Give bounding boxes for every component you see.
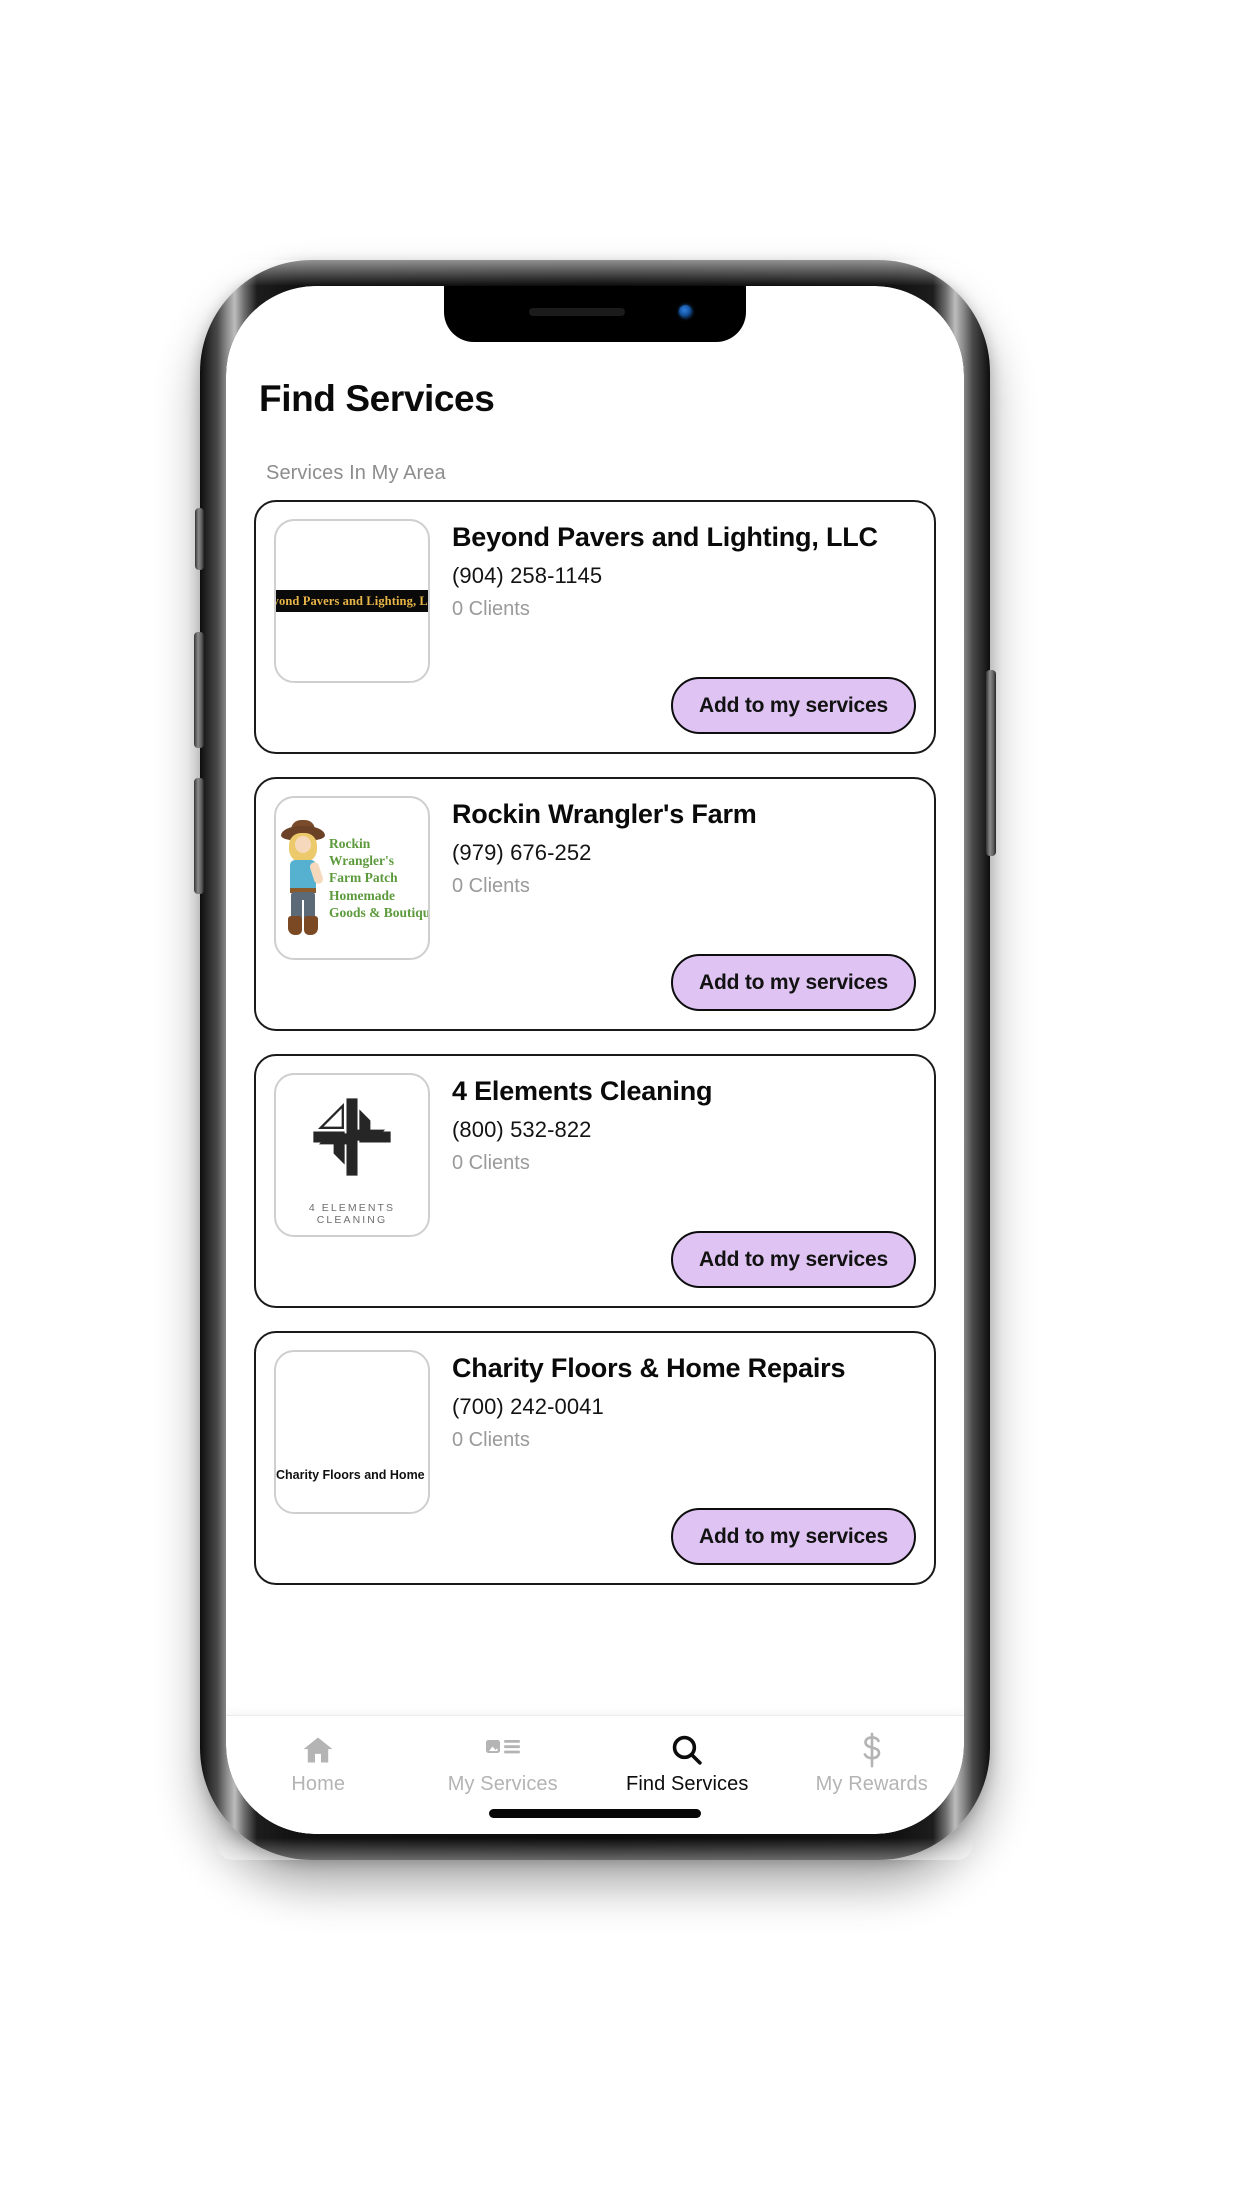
service-client-count: 0 Clients [452,1151,530,1174]
service-card[interactable]: Beyond Pavers and Lighting, LLC Beyond P… [254,500,936,754]
add-to-my-services-button[interactable]: Add to my services [671,677,916,734]
rockin-wrangler-logo-icon: Rockin Wrangler's Farm Patch Homemade Go… [276,798,428,958]
service-name: Charity Floors & Home Repairs [452,1353,846,1383]
service-name: Beyond Pavers and Lighting, LLC [452,522,878,552]
power-button[interactable] [986,670,996,856]
phone-screen: Find Services Services In My Area Beyond… [226,286,964,1834]
phone-notch [444,286,746,342]
cowgirl-illustration-icon [280,820,326,936]
screenshot-canvas: Find Services Services In My Area Beyond… [0,0,1242,2208]
service-client-count: 0 Clients [452,1428,530,1451]
service-client-count: 0 Clients [452,874,530,897]
logo-caption: 4 ELEMENTS CLEANING [308,1202,396,1226]
volume-down-button[interactable] [194,778,204,894]
service-logo: Beyond Pavers and Lighting, LLC [274,519,430,683]
add-to-my-services-button[interactable]: Add to my services [671,1508,916,1565]
add-to-my-services-button[interactable]: Add to my services [671,1231,916,1288]
service-logo: 4 ELEMENTS CLEANING [274,1073,430,1237]
find-services-screen: Find Services Services In My Area Beyond… [226,286,964,1834]
home-icon [301,1732,335,1768]
tab-find-services[interactable]: Find Services [595,1716,780,1796]
section-subtitle: Services In My Area [266,462,446,484]
logo-line: Rockin [329,835,371,851]
logo-line: Homemade [329,887,395,903]
charity-floors-logo-icon: Charity Floors and Home Repairs [276,1466,428,1484]
silent-switch-button[interactable] [195,508,204,570]
phone-device-frame: Find Services Services In My Area Beyond… [194,260,996,1860]
pinwheel-mark-icon [313,1098,391,1176]
logo-line: Goods & Boutique [329,904,430,920]
service-info: 4 Elements Cleaning (800) 532-822 0 Clie… [430,1073,916,1175]
service-card[interactable]: Charity Floors and Home Repairs Charity … [254,1331,936,1585]
service-card[interactable]: Rockin Wrangler's Farm Patch Homemade Go… [254,777,936,1031]
dollar-icon [857,1732,887,1768]
four-elements-logo-icon: 4 ELEMENTS CLEANING [276,1075,428,1235]
frame-top-highlight [217,260,973,286]
logo-text-lines: Rockin Wrangler's Farm Patch Homemade Go… [326,835,430,921]
frame-bottom-highlight [217,1838,973,1860]
app-viewport: Find Services Services In My Area Beyond… [226,286,964,1834]
service-info: Beyond Pavers and Lighting, LLC (904) 25… [430,519,916,621]
service-phone[interactable]: (700) 242-0041 [452,1394,916,1420]
service-logo: Rockin Wrangler's Farm Patch Homemade Go… [274,796,430,960]
service-client-count: 0 Clients [452,597,530,620]
tab-label: Find Services [626,1773,749,1795]
search-icon [669,1732,705,1768]
service-card[interactable]: 4 ELEMENTS CLEANING 4 Elements Cleaning … [254,1054,936,1308]
tab-label: Home [291,1773,346,1795]
service-info: Charity Floors & Home Repairs (700) 242-… [430,1350,916,1452]
beyond-pavers-logo-icon: Beyond Pavers and Lighting, LLC [276,590,428,612]
service-name: Rockin Wrangler's Farm [452,799,757,829]
service-info: Rockin Wrangler's Farm (979) 676-252 0 C… [430,796,916,898]
front-camera-icon [679,305,692,318]
services-list[interactable]: Beyond Pavers and Lighting, LLC Beyond P… [226,500,964,1716]
service-logo: Charity Floors and Home Repairs [274,1350,430,1514]
page-title: Find Services [259,378,495,419]
list-image-icon [485,1732,520,1768]
tab-home[interactable]: Home [226,1716,411,1796]
add-to-my-services-button[interactable]: Add to my services [671,954,916,1011]
logo-line: Farm Patch [329,870,398,886]
tab-my-rewards[interactable]: My Rewards [780,1716,965,1796]
logo-line: Wrangler's [329,853,394,869]
logo-text: Beyond Pavers and Lighting, LLC [276,593,428,608]
tab-label: My Services [447,1773,558,1795]
home-indicator[interactable] [489,1809,701,1818]
service-name: 4 Elements Cleaning [452,1076,713,1106]
service-phone[interactable]: (904) 258-1145 [452,563,916,589]
logo-text: Charity Floors and Home Repairs [276,1468,428,1482]
tab-label: My Rewards [815,1773,928,1795]
service-phone[interactable]: (979) 676-252 [452,840,916,866]
service-phone[interactable]: (800) 532-822 [452,1117,916,1143]
tab-my-services[interactable]: My Services [411,1716,596,1796]
volume-up-button[interactable] [194,632,204,748]
earpiece-speaker [529,308,625,316]
